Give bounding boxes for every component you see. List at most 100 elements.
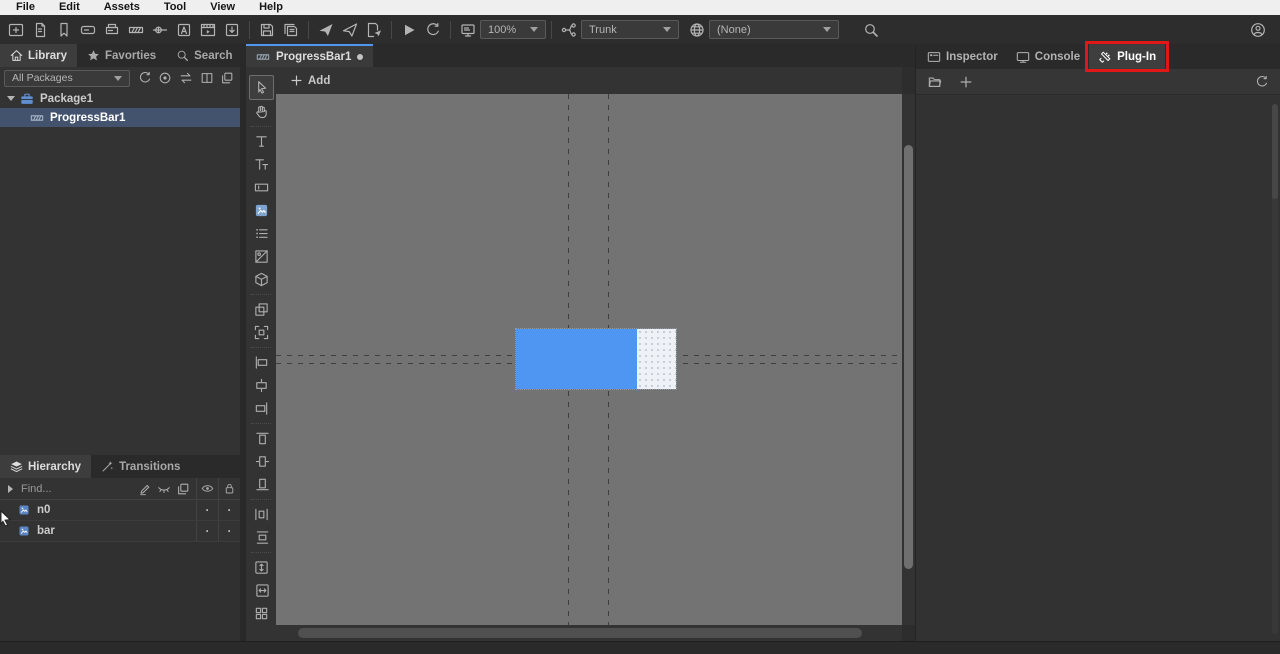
input-tool[interactable] — [250, 176, 273, 199]
component-tool[interactable] — [250, 298, 273, 321]
progressbar-component[interactable] — [516, 329, 676, 389]
visibility-toggle[interactable]: · — [196, 500, 218, 520]
new-package-button[interactable] — [4, 18, 28, 42]
library-sync-button[interactable] — [177, 69, 195, 87]
align-middle-button[interactable] — [250, 450, 273, 473]
tab-inspector[interactable]: Inspector — [918, 44, 1007, 69]
menu-edit[interactable]: Edit — [47, 0, 92, 15]
right-panel-scrollbar[interactable] — [1272, 104, 1278, 634]
new-component-button[interactable] — [28, 18, 52, 42]
menu-view[interactable]: View — [198, 0, 247, 15]
duplicate-button[interactable] — [173, 480, 192, 498]
tab-plugin[interactable]: Plug-In — [1089, 44, 1165, 69]
edit-name-button[interactable] — [135, 480, 154, 498]
search-icon — [863, 22, 879, 38]
expand-caret-icon[interactable] — [8, 485, 13, 493]
tree-item-progressbar1[interactable]: ProgressBar1 — [0, 108, 240, 127]
align-top-button[interactable] — [250, 427, 273, 450]
library-duplicate-button[interactable] — [218, 69, 236, 87]
design-canvas[interactable] — [276, 94, 902, 625]
add-plugin-button[interactable] — [956, 73, 975, 91]
hierarchy-row-n0[interactable]: n0 · · — [0, 500, 240, 521]
package-filter-dropdown[interactable]: All Packages — [4, 70, 130, 87]
new-combobox-button[interactable] — [100, 18, 124, 42]
branch-dropdown[interactable]: Trunk — [581, 20, 679, 39]
search-button[interactable] — [859, 18, 883, 42]
save-button[interactable] — [255, 18, 279, 42]
layers-icon — [10, 460, 23, 473]
add-button[interactable]: Add — [308, 75, 330, 87]
scrollbar-thumb[interactable] — [298, 628, 862, 638]
language-button[interactable] — [685, 18, 709, 42]
zoom-dropdown[interactable]: 100% — [480, 20, 546, 39]
import-button[interactable] — [220, 18, 244, 42]
menu-tool[interactable]: Tool — [152, 0, 198, 15]
bookmark-button[interactable] — [52, 18, 76, 42]
tab-transitions[interactable]: Transitions — [91, 455, 190, 478]
hierarchy-row-bar[interactable]: bar · · — [0, 521, 240, 542]
new-label-button[interactable] — [172, 18, 196, 42]
lock-column-header[interactable] — [218, 478, 240, 499]
library-splitview-button[interactable] — [198, 69, 216, 87]
fit-width-button[interactable] — [250, 579, 273, 602]
new-slider-button[interactable] — [148, 18, 172, 42]
publish-button[interactable] — [314, 18, 338, 42]
new-button-button[interactable] — [76, 18, 100, 42]
align-bottom-button[interactable] — [250, 473, 273, 496]
hand-tool[interactable] — [250, 100, 273, 123]
canvas-horizontal-scrollbar[interactable] — [276, 625, 902, 641]
tab-library[interactable]: Library — [0, 44, 77, 67]
publish-all-button[interactable] — [338, 18, 362, 42]
model-tool[interactable] — [250, 268, 273, 291]
library-locate-button[interactable] — [157, 69, 175, 87]
scrollbar-thumb[interactable] — [904, 145, 913, 569]
distribute-horizontal-button[interactable] — [250, 503, 273, 526]
tab-favorites[interactable]: Favorties — [77, 44, 166, 67]
tab-hierarchy[interactable]: Hierarchy — [0, 455, 91, 478]
list-tool[interactable] — [250, 222, 273, 245]
text-tool[interactable] — [250, 130, 273, 153]
save-all-button[interactable] — [279, 18, 303, 42]
new-movieclip-button[interactable] — [196, 18, 220, 42]
reload-plugins-button[interactable] — [1252, 73, 1271, 91]
language-dropdown[interactable]: (None) — [709, 20, 839, 39]
align-left-button[interactable] — [250, 351, 273, 374]
new-progressbar-button[interactable] — [124, 18, 148, 42]
expand-caret-icon[interactable] — [7, 96, 15, 101]
hide-all-button[interactable] — [154, 480, 173, 498]
tab-search[interactable]: Search — [166, 44, 242, 67]
branch-button[interactable] — [557, 18, 581, 42]
select-tool[interactable] — [249, 75, 274, 100]
tab-console[interactable]: Console — [1007, 44, 1089, 69]
scrollbar-thumb[interactable] — [1272, 104, 1278, 199]
graph-tool[interactable] — [250, 245, 273, 268]
account-button[interactable] — [1246, 18, 1270, 42]
menu-assets[interactable]: Assets — [92, 0, 152, 15]
rich-text-tool[interactable] — [250, 153, 273, 176]
lock-toggle[interactable]: · — [218, 500, 240, 520]
visibility-column-header[interactable] — [196, 478, 218, 499]
publish-settings-button[interactable] — [362, 18, 386, 42]
canvas-vertical-scrollbar[interactable] — [902, 94, 915, 625]
align-center-button[interactable] — [250, 374, 273, 397]
image-tool[interactable] — [250, 199, 273, 222]
preview-button[interactable] — [456, 18, 480, 42]
menu-file[interactable]: File — [4, 0, 47, 15]
fit-height-button[interactable] — [250, 556, 273, 579]
menu-help[interactable]: Help — [247, 0, 295, 15]
lock-toggle[interactable]: · — [218, 521, 240, 541]
find-input[interactable]: Find... — [21, 483, 52, 495]
editor-tab-progressbar1[interactable]: ProgressBar1 — [246, 44, 373, 67]
refresh-button[interactable] — [421, 18, 445, 42]
slider-icon — [152, 22, 168, 38]
editor-tab-strip: ProgressBar1 — [246, 44, 915, 67]
library-refresh-button[interactable] — [136, 69, 154, 87]
group-tool[interactable] — [250, 321, 273, 344]
visibility-toggle[interactable]: · — [196, 521, 218, 541]
grid-layout-button[interactable] — [250, 602, 273, 625]
open-plugin-folder-button[interactable] — [925, 73, 944, 91]
distribute-vertical-button[interactable] — [250, 526, 273, 549]
align-right-button[interactable] — [250, 397, 273, 420]
tree-item-package1[interactable]: Package1 — [0, 89, 240, 108]
test-play-button[interactable] — [397, 18, 421, 42]
